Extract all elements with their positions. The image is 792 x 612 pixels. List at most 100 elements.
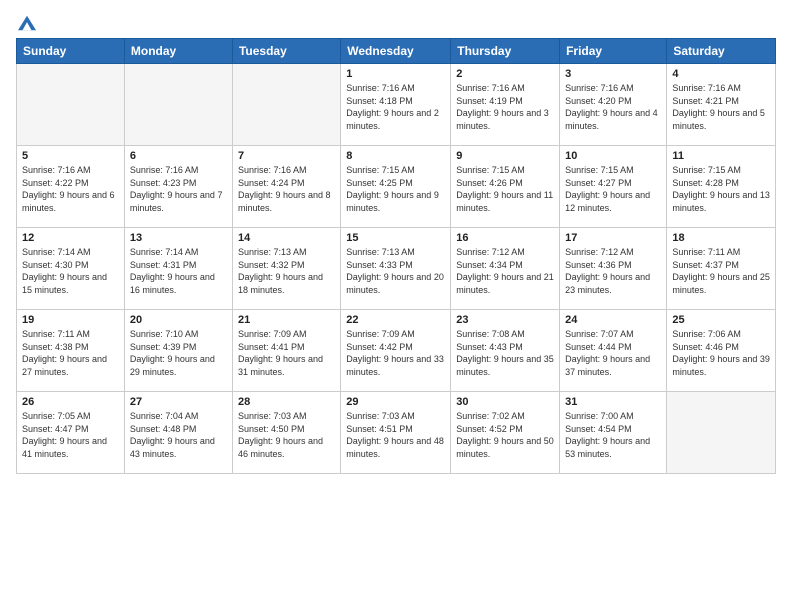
calendar-cell-2-7: 11Sunrise: 7:15 AMSunset: 4:28 PMDayligh… xyxy=(667,146,776,228)
day-info: Sunrise: 7:03 AMSunset: 4:50 PMDaylight:… xyxy=(238,410,335,460)
day-info: Sunrise: 7:15 AMSunset: 4:25 PMDaylight:… xyxy=(346,164,445,214)
calendar-cell-4-1: 19 Sunrise: 7:11 AMSunset: 4:38 PMDayligh… xyxy=(17,310,125,392)
day-number: 17 xyxy=(565,232,661,244)
calendar-cell-2-4: 8 Sunrise: 7:15 AMSunset: 4:25 PMDaylight… xyxy=(341,146,451,228)
calendar-week-4: 19 Sunrise: 7:11 AMSunset: 4:38 PMDayligh… xyxy=(17,310,776,392)
day-number: 15 xyxy=(346,232,445,244)
calendar-header-row: SundayMondayTuesdayWednesdayThursdayFrid… xyxy=(17,39,776,64)
calendar-header-tuesday: Tuesday xyxy=(232,39,340,64)
day-number: 25 xyxy=(672,314,770,326)
day-info: Sunrise: 7:05 AMSunset: 4:47 PMDaylight:… xyxy=(22,410,119,460)
calendar-cell-4-6: 24 Sunrise: 7:07 AMSunset: 4:44 PMDayligh… xyxy=(560,310,667,392)
day-info: Sunrise: 7:11 AMSunset: 4:37 PMDaylight:… xyxy=(672,246,770,296)
day-number: 10 xyxy=(565,150,661,162)
calendar-cell-5-7 xyxy=(667,392,776,474)
day-info: Sunrise: 7:09 AMSunset: 4:42 PMDaylight:… xyxy=(346,328,445,378)
day-info: Sunrise: 7:13 AMSunset: 4:32 PMDaylight:… xyxy=(238,246,335,296)
calendar-cell-2-2: 6Sunrise: 7:16 AMSunset: 4:23 PMDaylight… xyxy=(124,146,232,228)
logo xyxy=(16,12,36,30)
calendar-cell-1-7: 4Sunrise: 7:16 AMSunset: 4:21 PMDaylight… xyxy=(667,64,776,146)
page: SundayMondayTuesdayWednesdayThursdayFrid… xyxy=(0,0,792,612)
day-number: 27 xyxy=(130,396,227,408)
day-number: 5 xyxy=(22,150,119,162)
calendar-week-2: 5 Sunrise: 7:16 AMSunset: 4:22 PMDaylight… xyxy=(17,146,776,228)
day-number: 6 xyxy=(130,150,227,162)
calendar-cell-1-5: 2 Sunrise: 7:16 AMSunset: 4:19 PMDaylight… xyxy=(451,64,560,146)
calendar-cell-5-4: 29Sunrise: 7:03 AMSunset: 4:51 PMDayligh… xyxy=(341,392,451,474)
day-info: Sunrise: 7:06 AMSunset: 4:46 PMDaylight:… xyxy=(672,328,770,378)
day-number: 23 xyxy=(456,314,554,326)
calendar-header-sunday: Sunday xyxy=(17,39,125,64)
calendar-cell-1-2 xyxy=(124,64,232,146)
day-number: 13 xyxy=(130,232,227,244)
day-number: 4 xyxy=(672,68,770,80)
calendar-cell-3-1: 12 Sunrise: 7:14 AMSunset: 4:30 PMDayligh… xyxy=(17,228,125,310)
calendar-week-1: 1Sunrise: 7:16 AMSunset: 4:18 PMDaylight… xyxy=(17,64,776,146)
logo-triangle-icon xyxy=(18,14,36,32)
day-info: Sunrise: 7:11 AMSunset: 4:38 PMDaylight:… xyxy=(22,328,119,378)
day-info: Sunrise: 7:12 AMSunset: 4:36 PMDaylight:… xyxy=(565,246,661,296)
calendar-cell-2-5: 9Sunrise: 7:15 AMSunset: 4:26 PMDaylight… xyxy=(451,146,560,228)
day-number: 16 xyxy=(456,232,554,244)
day-info: Sunrise: 7:10 AMSunset: 4:39 PMDaylight:… xyxy=(130,328,227,378)
day-info: Sunrise: 7:04 AMSunset: 4:48 PMDaylight:… xyxy=(130,410,227,460)
day-number: 20 xyxy=(130,314,227,326)
calendar-table: SundayMondayTuesdayWednesdayThursdayFrid… xyxy=(16,38,776,474)
day-number: 2 xyxy=(456,68,554,80)
day-info: Sunrise: 7:02 AMSunset: 4:52 PMDaylight:… xyxy=(456,410,554,460)
calendar-week-5: 26 Sunrise: 7:05 AMSunset: 4:47 PMDayligh… xyxy=(17,392,776,474)
calendar-cell-4-4: 22Sunrise: 7:09 AMSunset: 4:42 PMDayligh… xyxy=(341,310,451,392)
day-number: 31 xyxy=(565,396,661,408)
day-number: 28 xyxy=(238,396,335,408)
calendar-header-wednesday: Wednesday xyxy=(341,39,451,64)
day-info: Sunrise: 7:16 AMSunset: 4:24 PMDaylight:… xyxy=(238,164,335,214)
calendar-cell-3-3: 14 Sunrise: 7:13 AMSunset: 4:32 PMDayligh… xyxy=(232,228,340,310)
calendar-cell-1-1 xyxy=(17,64,125,146)
calendar-cell-3-4: 15 Sunrise: 7:13 AMSunset: 4:33 PMDayligh… xyxy=(341,228,451,310)
calendar-cell-3-2: 13Sunrise: 7:14 AMSunset: 4:31 PMDayligh… xyxy=(124,228,232,310)
day-info: Sunrise: 7:16 AMSunset: 4:20 PMDaylight:… xyxy=(565,82,661,132)
day-info: Sunrise: 7:09 AMSunset: 4:41 PMDaylight:… xyxy=(238,328,335,378)
day-info: Sunrise: 7:13 AMSunset: 4:33 PMDaylight:… xyxy=(346,246,445,296)
day-info: Sunrise: 7:00 AMSunset: 4:54 PMDaylight:… xyxy=(565,410,661,460)
calendar-cell-5-3: 28 Sunrise: 7:03 AMSunset: 4:50 PMDayligh… xyxy=(232,392,340,474)
day-number: 11 xyxy=(672,150,770,162)
day-number: 12 xyxy=(22,232,119,244)
calendar-cell-5-6: 31 Sunrise: 7:00 AMSunset: 4:54 PMDayligh… xyxy=(560,392,667,474)
calendar-cell-4-2: 20 Sunrise: 7:10 AMSunset: 4:39 PMDayligh… xyxy=(124,310,232,392)
day-number: 7 xyxy=(238,150,335,162)
calendar-cell-4-7: 25 Sunrise: 7:06 AMSunset: 4:46 PMDayligh… xyxy=(667,310,776,392)
calendar-cell-1-4: 1Sunrise: 7:16 AMSunset: 4:18 PMDaylight… xyxy=(341,64,451,146)
calendar-cell-2-1: 5 Sunrise: 7:16 AMSunset: 4:22 PMDaylight… xyxy=(17,146,125,228)
calendar-cell-4-5: 23Sunrise: 7:08 AMSunset: 4:43 PMDayligh… xyxy=(451,310,560,392)
day-info: Sunrise: 7:12 AMSunset: 4:34 PMDaylight:… xyxy=(456,246,554,296)
day-number: 8 xyxy=(346,150,445,162)
day-number: 30 xyxy=(456,396,554,408)
day-info: Sunrise: 7:15 AMSunset: 4:26 PMDaylight:… xyxy=(456,164,554,214)
calendar-cell-5-5: 30 Sunrise: 7:02 AMSunset: 4:52 PMDayligh… xyxy=(451,392,560,474)
day-number: 19 xyxy=(22,314,119,326)
day-info: Sunrise: 7:14 AMSunset: 4:30 PMDaylight:… xyxy=(22,246,119,296)
calendar-cell-3-7: 18 Sunrise: 7:11 AMSunset: 4:37 PMDayligh… xyxy=(667,228,776,310)
calendar-cell-2-3: 7 Sunrise: 7:16 AMSunset: 4:24 PMDaylight… xyxy=(232,146,340,228)
day-number: 14 xyxy=(238,232,335,244)
calendar-week-3: 12 Sunrise: 7:14 AMSunset: 4:30 PMDayligh… xyxy=(17,228,776,310)
day-info: Sunrise: 7:07 AMSunset: 4:44 PMDaylight:… xyxy=(565,328,661,378)
day-info: Sunrise: 7:15 AMSunset: 4:27 PMDaylight:… xyxy=(565,164,661,214)
calendar-cell-3-5: 16 Sunrise: 7:12 AMSunset: 4:34 PMDayligh… xyxy=(451,228,560,310)
day-number: 26 xyxy=(22,396,119,408)
day-info: Sunrise: 7:16 AMSunset: 4:22 PMDaylight:… xyxy=(22,164,119,214)
calendar-cell-4-3: 21 Sunrise: 7:09 AMSunset: 4:41 PMDayligh… xyxy=(232,310,340,392)
calendar-header-monday: Monday xyxy=(124,39,232,64)
day-info: Sunrise: 7:16 AMSunset: 4:19 PMDaylight:… xyxy=(456,82,554,132)
calendar-header-friday: Friday xyxy=(560,39,667,64)
day-number: 21 xyxy=(238,314,335,326)
calendar-cell-3-6: 17 Sunrise: 7:12 AMSunset: 4:36 PMDayligh… xyxy=(560,228,667,310)
day-number: 24 xyxy=(565,314,661,326)
calendar-cell-1-3 xyxy=(232,64,340,146)
calendar-cell-1-6: 3Sunrise: 7:16 AMSunset: 4:20 PMDaylight… xyxy=(560,64,667,146)
day-info: Sunrise: 7:16 AMSunset: 4:18 PMDaylight:… xyxy=(346,82,445,132)
calendar-cell-5-2: 27 Sunrise: 7:04 AMSunset: 4:48 PMDayligh… xyxy=(124,392,232,474)
calendar-cell-2-6: 10 Sunrise: 7:15 AMSunset: 4:27 PMDayligh… xyxy=(560,146,667,228)
day-number: 18 xyxy=(672,232,770,244)
